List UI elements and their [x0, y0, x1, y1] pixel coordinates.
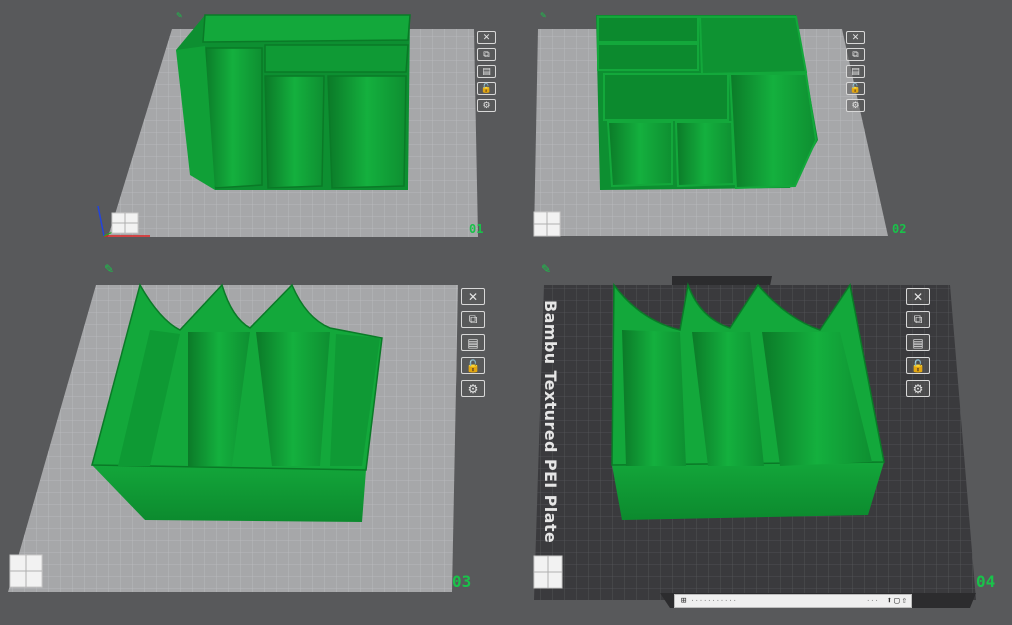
lock-icon[interactable]: 🔓 [477, 82, 496, 95]
plate-3[interactable] [8, 283, 458, 592]
arrange-icon[interactable]: ⧉ [477, 48, 496, 61]
orient-icon[interactable]: ▤ [461, 334, 485, 351]
model-slotted-tray-4[interactable] [611, 282, 885, 520]
close-icon[interactable]: ✕ [846, 31, 865, 44]
lock-icon[interactable]: 🔓 [461, 357, 485, 374]
settings-icon[interactable]: ⚙ [846, 99, 865, 112]
close-icon[interactable]: ✕ [461, 288, 485, 305]
plate-1[interactable] [97, 14, 478, 237]
plate-toolbar-1: ✕ ⧉ ▤ 🔓 ⚙ [477, 31, 496, 116]
orient-icon[interactable]: ▤ [477, 65, 496, 78]
plate-grid-icon-3[interactable] [9, 554, 43, 588]
edit-plate-name-icon-4[interactable]: ✎ [541, 262, 551, 276]
edit-plate-name-icon-2[interactable]: ✎ [540, 11, 547, 20]
settings-icon[interactable]: ⚙ [461, 380, 485, 397]
plate-number-4: 04 [976, 572, 996, 591]
edit-plate-name-icon-3[interactable]: ✎ [104, 262, 114, 276]
upload-icon[interactable]: ⬆ [887, 596, 892, 606]
close-icon[interactable]: ✕ [906, 288, 930, 305]
model-organizer-2[interactable] [596, 15, 818, 190]
plate-grid-icon-2[interactable] [533, 211, 561, 237]
plate-status-bar: ⊞ ··········· ··· ⬆ ▢ ⇧ [674, 594, 912, 608]
plate-type-label: Bambu Textured PEI Plate [541, 300, 560, 544]
status-mid-text: ··· [866, 597, 879, 605]
close-icon[interactable]: ✕ [477, 31, 496, 44]
square-icon[interactable]: ▢ [894, 596, 899, 606]
settings-icon[interactable]: ⚙ [477, 99, 496, 112]
status-left-text: ··········· [690, 597, 737, 605]
lock-icon[interactable]: 🔓 [846, 82, 865, 95]
plate-toolbar-4: ✕ ⧉ ▤ 🔓 ⚙ [906, 288, 930, 403]
model-organizer-1[interactable] [176, 14, 411, 190]
plate-2[interactable] [534, 15, 888, 236]
plate-number-3: 03 [452, 572, 472, 591]
arrange-icon[interactable]: ⧉ [846, 48, 865, 61]
orient-icon[interactable]: ▤ [846, 65, 865, 78]
arrange-icon[interactable]: ⧉ [906, 311, 930, 328]
orient-icon[interactable]: ▤ [906, 334, 930, 351]
lock-icon[interactable]: 🔓 [906, 357, 930, 374]
settings-icon[interactable]: ⚙ [906, 380, 930, 397]
plate-toolbar-3: ✕ ⧉ ▤ 🔓 ⚙ [461, 288, 485, 403]
plate-number-2: 02 [892, 222, 907, 236]
arrange-icon[interactable]: ⧉ [461, 311, 485, 328]
plate-grid-icon-4[interactable] [533, 555, 563, 589]
grid-icon[interactable]: ⊞ [681, 596, 686, 606]
edit-plate-name-icon-1[interactable]: ✎ [176, 11, 183, 20]
plate-number-1: 01 [469, 222, 484, 236]
plate-grid-icon-1[interactable] [111, 212, 139, 234]
plate-type-label-container: Bambu Textured PEI Plate [538, 300, 566, 544]
arrow-up-icon[interactable]: ⇧ [902, 596, 907, 606]
plate-toolbar-2: ✕ ⧉ ▤ 🔓 ⚙ [846, 31, 865, 116]
